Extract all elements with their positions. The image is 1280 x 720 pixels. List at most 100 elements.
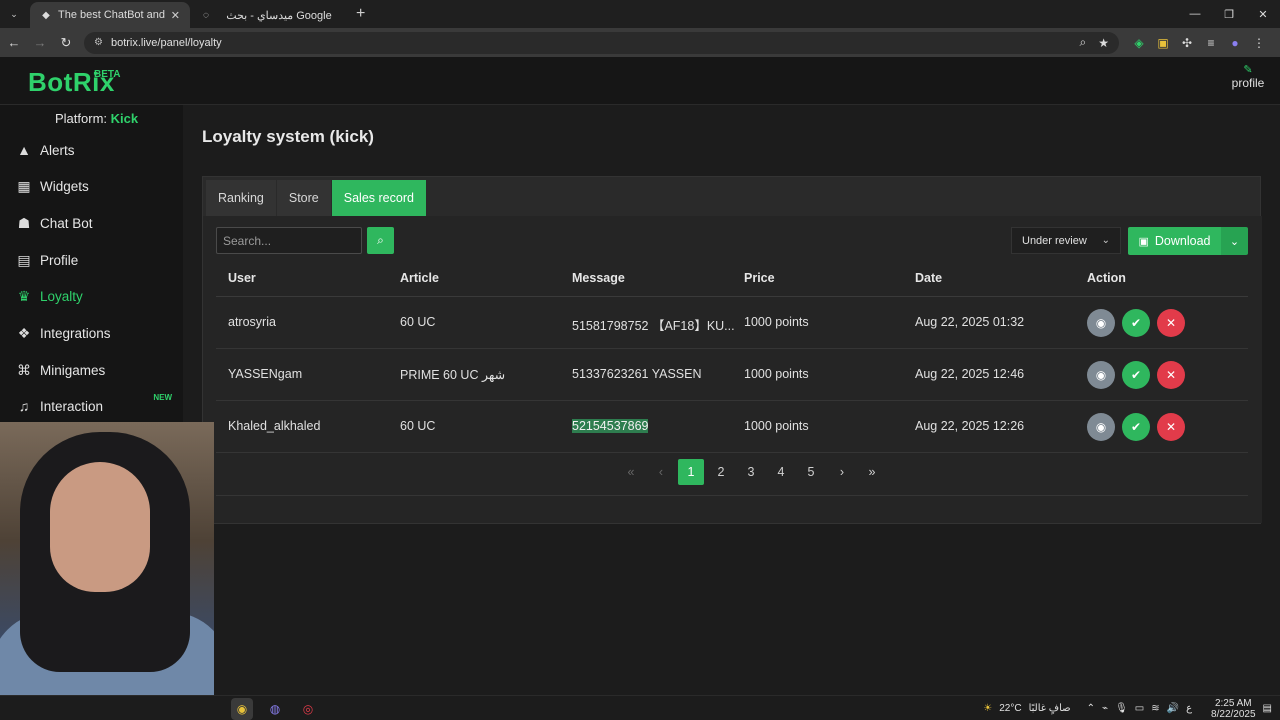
system-tray: ☀ 22°C صافٍ غالبًا ⌃ ⌁ 🎙 ▭ ≋ 🔊 ع 2:25 AM… [976, 696, 1272, 720]
tab-ranking[interactable]: Ranking [206, 180, 277, 216]
platform-indicator: Platform: Kick [55, 111, 138, 126]
microphone-icon[interactable]: 🎙 [1115, 703, 1128, 714]
media-controls-icon[interactable]: ≡ [1199, 31, 1223, 55]
new-badge: NEW [153, 393, 172, 402]
sidebar-item-label: Integrations [40, 325, 111, 341]
battery-icon[interactable]: ▭ [1135, 703, 1144, 714]
address-bar[interactable]: ⚙ botrix.live/panel/loyalty ⌕ ★ [84, 31, 1119, 54]
platform-label: Platform: [55, 111, 108, 126]
sidebar-item-loyalty[interactable]: ♛ Loyalty [0, 279, 183, 313]
obs-taskbar-icon[interactable]: ◎ [297, 698, 319, 720]
view-button[interactable]: ◉ [1087, 309, 1115, 337]
cell-message: 51337623261 YASSEN [572, 367, 702, 381]
site-info-icon[interactable]: ⚙ [94, 37, 103, 48]
extensions-puzzle-icon[interactable]: ✣ [1175, 31, 1199, 55]
browser-tab[interactable]: ◌ ميدساي - بحث Google [190, 2, 350, 28]
status-filter-select[interactable]: Under review ⌄ [1011, 227, 1121, 254]
approve-button[interactable]: ✔ [1122, 413, 1150, 441]
bookmark-star-icon[interactable]: ★ [1098, 36, 1109, 50]
tray-chevron-up-icon[interactable]: ⌃ [1087, 703, 1095, 714]
keyboard-language[interactable]: ع [1186, 703, 1192, 714]
first-page-icon[interactable]: « [618, 459, 644, 485]
weather-icon[interactable]: ☀ [983, 703, 992, 714]
sidebar-item-label: Widgets [40, 178, 89, 194]
network-icon[interactable]: ⌁ [1102, 703, 1108, 714]
cell-message-selected: 52154537869 [572, 419, 649, 433]
clock[interactable]: 2:25 AM 8/22/2025 [1204, 698, 1256, 720]
view-button[interactable]: ◉ [1087, 413, 1115, 441]
close-window-icon[interactable]: ✕ [1246, 0, 1280, 28]
sidebar-item-widgets[interactable]: ▦ Widgets [0, 169, 183, 203]
profile-link[interactable]: ✎ profile [1228, 65, 1268, 91]
reject-button[interactable]: ✕ [1157, 361, 1185, 389]
page-button[interactable]: 5 [798, 459, 824, 485]
page-title: Loyalty system (kick) [202, 127, 374, 146]
browser-toolbar: ← → ↻ ⚙ botrix.live/panel/loyalty ⌕ ★ ◈ … [0, 28, 1280, 57]
chrome-taskbar-icon[interactable]: ◉ [231, 698, 253, 720]
search-button[interactable]: ⌕ [367, 227, 394, 254]
notifications-icon[interactable]: ▤ [1263, 703, 1272, 714]
sidebar-item-interaction[interactable]: ♫ Interaction NEW [0, 389, 183, 423]
forward-icon[interactable]: → [28, 31, 52, 55]
profile-avatar-icon[interactable]: ● [1223, 31, 1247, 55]
page-button[interactable]: 4 [768, 459, 794, 485]
profile-label: profile [1231, 76, 1265, 90]
cell-article: 60 UC [400, 315, 436, 329]
zoom-icon[interactable]: ⌕ [1080, 35, 1087, 50]
grid-icon: ▦ [17, 177, 31, 194]
column-header-user: User [228, 271, 256, 285]
eye-icon: ◉ [1095, 420, 1107, 434]
sidebar-item-profile[interactable]: ▤ Profile [0, 243, 183, 277]
minimize-icon[interactable]: — [1178, 0, 1212, 28]
browser-menu-icon[interactable]: ⋮ [1247, 31, 1271, 55]
clock-time: 2:25 AM [1214, 697, 1252, 709]
tab-sales-record[interactable]: Sales record [331, 180, 427, 216]
reload-icon[interactable]: ↻ [54, 31, 78, 55]
id-card-icon: ▤ [17, 251, 31, 268]
reject-button[interactable]: ✕ [1157, 309, 1185, 337]
next-page-icon[interactable]: › [829, 459, 855, 485]
sidebar-item-alerts[interactable]: ▲ Alerts [0, 133, 183, 167]
pagination: « ‹ 1 2 3 4 5 › » [203, 459, 1262, 487]
sidebar-item-chat-bot[interactable]: ☗ Chat Bot [0, 206, 183, 240]
search-icon: ⌕ [377, 233, 384, 247]
view-button[interactable]: ◉ [1087, 361, 1115, 389]
cell-price: 1000 points [744, 315, 809, 329]
last-page-icon[interactable]: » [859, 459, 885, 485]
new-tab-icon[interactable]: + [356, 5, 365, 23]
approve-button[interactable]: ✔ [1122, 361, 1150, 389]
search-input[interactable] [216, 227, 362, 254]
download-button[interactable]: ▣ Download [1128, 227, 1221, 255]
url-text: botrix.live/panel/loyalty [110, 36, 222, 49]
sidebar-item-label: Minigames [40, 362, 106, 378]
page-button[interactable]: 2 [708, 459, 734, 485]
close-tab-icon[interactable]: ✕ [171, 9, 180, 22]
tab-store[interactable]: Store [276, 180, 332, 216]
robot-icon: ☗ [17, 214, 31, 231]
wifi-icon[interactable]: ≋ [1151, 703, 1159, 714]
approve-button[interactable]: ✔ [1122, 309, 1150, 337]
sidebar-item-label: Interaction [40, 398, 104, 414]
volume-icon[interactable]: 🔊 [1167, 703, 1179, 714]
cell-date: Aug 22, 2025 12:26 [915, 419, 1025, 433]
extension-shield-icon[interactable]: ◈ [1127, 31, 1151, 55]
windows-taskbar: ◉ ◍ ◎ ☀ 22°C صافٍ غالبًا ⌃ ⌁ 🎙 ▭ ≋ 🔊 ع 2… [0, 695, 1280, 720]
back-icon[interactable]: ← [2, 31, 26, 55]
page-button[interactable]: 3 [738, 459, 764, 485]
tab-search-icon[interactable]: ⌄ [4, 4, 24, 24]
reject-button[interactable]: ✕ [1157, 413, 1185, 441]
restore-icon[interactable]: ❐ [1212, 0, 1246, 28]
discord-taskbar-icon[interactable]: ◍ [264, 698, 286, 720]
sidebar-item-label: Profile [40, 252, 79, 268]
download-options-button[interactable]: ⌄ [1221, 227, 1248, 255]
divider [216, 495, 1248, 496]
platform-value: Kick [110, 111, 139, 126]
prev-page-icon[interactable]: ‹ [648, 459, 674, 485]
extension-badge-icon[interactable]: ▣ [1151, 31, 1175, 55]
sidebar-item-minigames[interactable]: ⌘ Minigames [0, 353, 183, 387]
weather-temp: 22°C [999, 703, 1022, 714]
browser-tab-active[interactable]: ◆ The best ChatBot and Widgets ✕ [30, 2, 190, 28]
column-header-article: Article [400, 271, 439, 285]
page-button-current[interactable]: 1 [678, 459, 704, 485]
sidebar-item-integrations[interactable]: ❖ Integrations [0, 316, 183, 350]
